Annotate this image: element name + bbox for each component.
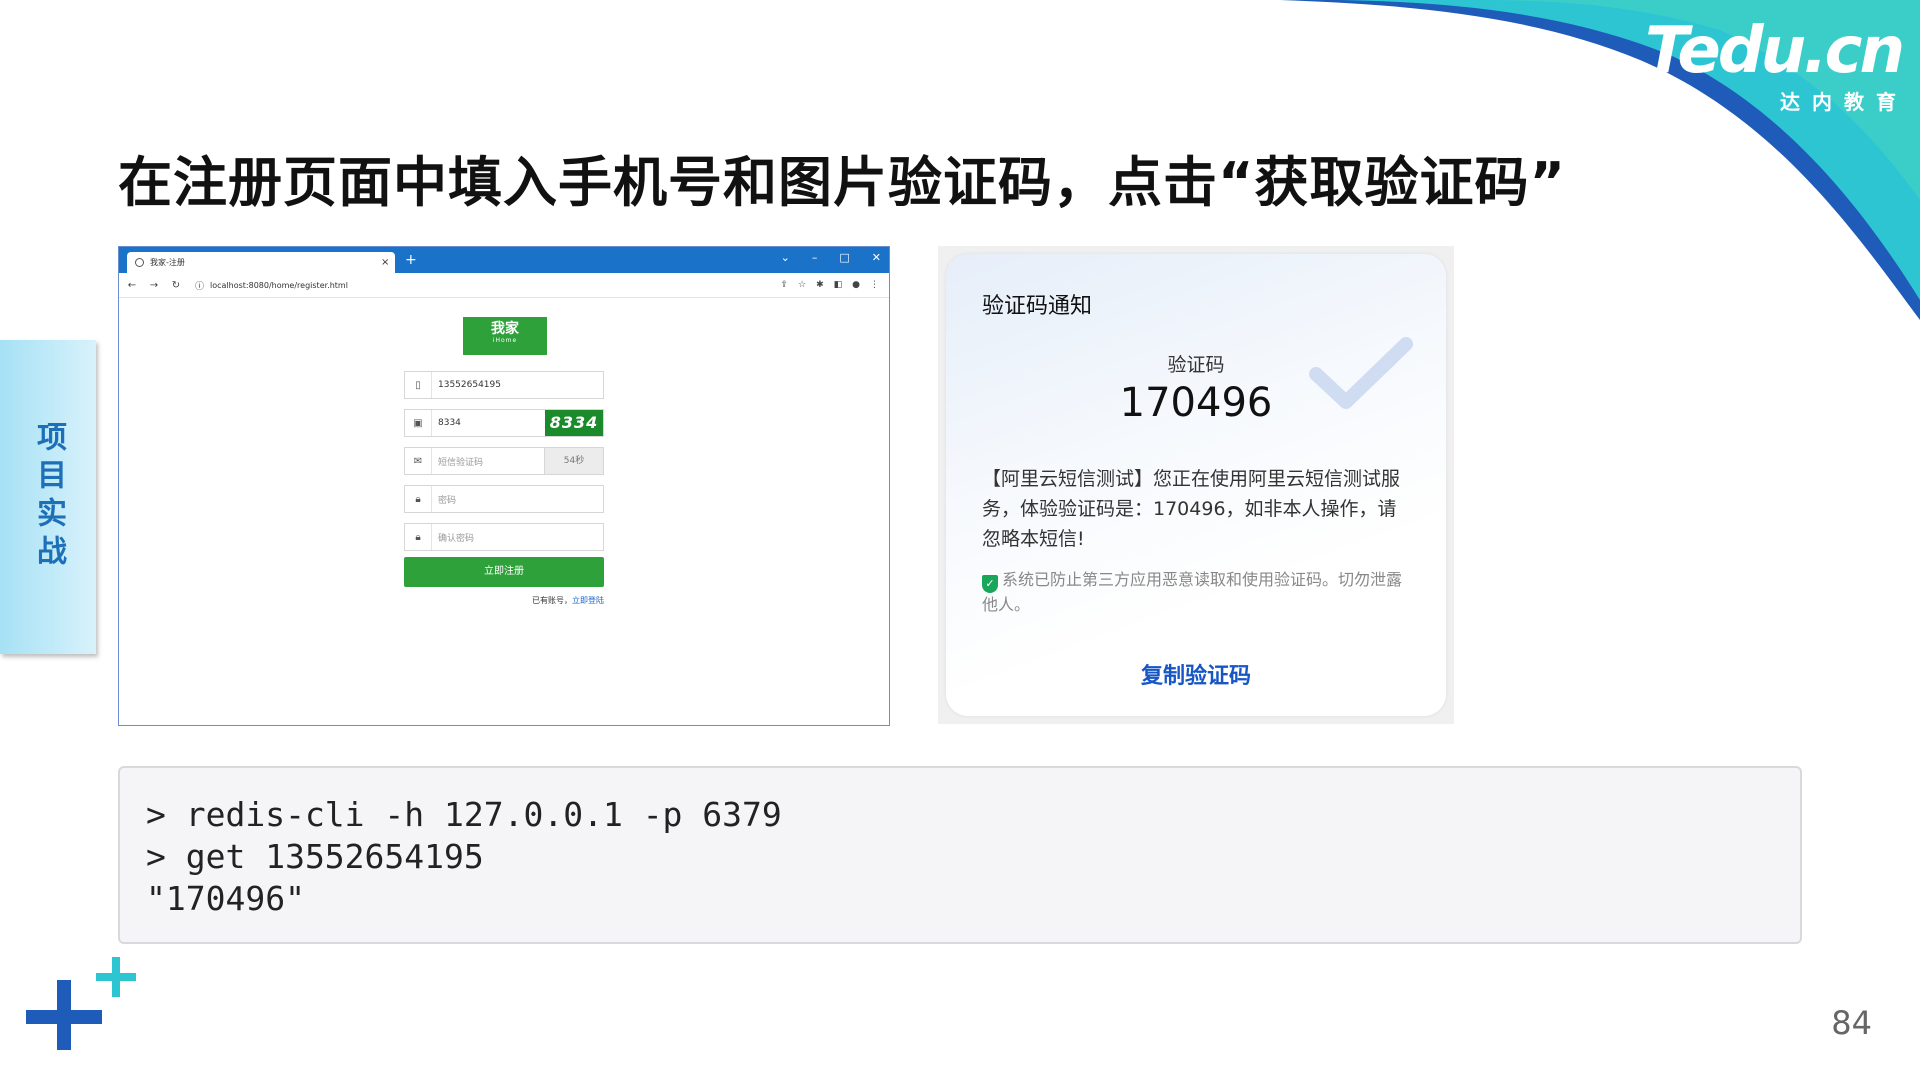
image-icon: ▣ xyxy=(405,410,432,436)
tab-title: 我家-注册 xyxy=(150,258,185,267)
forward-icon[interactable]: → xyxy=(145,280,163,291)
terminal-line: > redis-cli -h 127.0.0.1 -p 6379 xyxy=(146,795,782,834)
maximize-icon[interactable]: □ xyxy=(839,251,849,264)
info-icon[interactable]: ⓘ xyxy=(195,279,204,292)
slide-title: 在注册页面中填入手机号和图片验证码，点击“获取验证码” xyxy=(118,151,1566,214)
plus-decoration-icon xyxy=(26,957,136,1050)
captcha-value: 8334 xyxy=(438,418,461,428)
phone-icon: ▯ xyxy=(405,372,432,398)
url-text: localhost:8080/home/register.html xyxy=(210,280,348,290)
url-field[interactable]: ⓘ localhost:8080/home/register.html xyxy=(195,279,780,292)
shield-icon: ✓ xyxy=(982,575,998,593)
side-tab-label: 项目实战 xyxy=(31,421,66,573)
window-controls: ⌄ – □ ✕ xyxy=(781,251,881,264)
login-hint-text: 已有账号， xyxy=(532,596,572,605)
sidebar-icon[interactable]: ◧ xyxy=(834,280,843,290)
login-link[interactable]: 立即登陆 xyxy=(572,596,604,605)
close-window-icon[interactable]: ✕ xyxy=(872,251,881,264)
browser-tabbar: 我家-注册 × + ⌄ – □ ✕ xyxy=(119,247,889,273)
sms-card: 验证码通知 验证码 170496 【阿里云短信测试】您正在使用阿里云短信测试服务… xyxy=(946,254,1446,716)
captcha-image[interactable]: 8334 xyxy=(545,410,603,436)
page-number: 84 xyxy=(1831,1004,1872,1042)
new-tab-button[interactable]: + xyxy=(405,252,417,268)
sms-screenshot: 验证码通知 验证码 170496 【阿里云短信测试】您正在使用阿里云短信测试服务… xyxy=(938,246,1454,724)
logo-main-text: Tedu.cn xyxy=(1645,14,1905,88)
browser-window: 我家-注册 × + ⌄ – □ ✕ ← → ↻ ⓘ localhost:8080… xyxy=(118,246,890,726)
close-icon[interactable]: × xyxy=(381,257,395,268)
chevron-down-icon[interactable]: ⌄ xyxy=(781,251,790,264)
phone-field[interactable]: ▯ 13552654195 xyxy=(404,371,604,399)
minimize-icon[interactable]: – xyxy=(812,251,818,264)
lock-icon: 🔒︎ xyxy=(405,524,432,550)
password-field[interactable]: 🔒︎ 密码 xyxy=(404,485,604,513)
register-page: 我家 iHome ▯ 13552654195 ▣ 8334 8334 ✉ 短信验… xyxy=(119,299,889,725)
back-icon[interactable]: ← xyxy=(123,280,141,291)
browser-tab[interactable]: 我家-注册 × xyxy=(127,252,395,273)
copy-code-button[interactable]: 复制验证码 xyxy=(946,658,1446,690)
register-button[interactable]: 立即注册 xyxy=(404,557,604,587)
ihome-logo-en: iHome xyxy=(492,337,518,344)
share-icon[interactable]: ⇪ xyxy=(780,280,788,290)
terminal-line: "170496" xyxy=(146,879,305,918)
reload-icon[interactable]: ↻ xyxy=(167,280,185,291)
ihome-logo: 我家 iHome xyxy=(463,317,547,355)
lock-icon: 🔒︎ xyxy=(405,486,432,512)
password-placeholder: 密码 xyxy=(438,495,457,506)
confirm-password-field[interactable]: 🔒︎ 确认密码 xyxy=(404,523,604,551)
sms-code-label: 验证码 xyxy=(1167,354,1225,376)
get-sms-code-button[interactable]: 54秒 xyxy=(544,448,603,474)
side-tab: 项目实战 xyxy=(0,340,96,654)
sms-code-field[interactable]: ✉ 短信验证码 54秒 xyxy=(404,447,604,475)
envelope-icon: ✉ xyxy=(405,448,432,474)
ihome-logo-cn: 我家 xyxy=(491,321,519,337)
terminal-line: > get 13552654195 xyxy=(146,837,484,876)
logo-sub-text: 达内教育 xyxy=(1780,90,1908,114)
extensions-icon[interactable]: ✱ xyxy=(816,280,824,290)
confirm-password-placeholder: 确认密码 xyxy=(438,533,475,544)
login-hint: 已有账号，立即登陆 xyxy=(404,595,604,606)
globe-icon xyxy=(135,258,144,267)
sms-code-placeholder: 短信验证码 xyxy=(438,457,484,468)
sms-code: 170496 xyxy=(1119,380,1273,426)
tedu-logo: Tedu.cn 达内教育 xyxy=(1645,14,1905,115)
phone-value: 13552654195 xyxy=(438,380,501,390)
terminal-code-block: > redis-cli -h 127.0.0.1 -p 6379 > get 1… xyxy=(118,766,1802,944)
star-icon[interactable]: ☆ xyxy=(798,280,806,290)
toolbar-icons: ⇪ ☆ ✱ ◧ ● ⋮ xyxy=(780,280,879,290)
sms-note-text: 系统已防止第三方应用恶意读取和使用验证码。切勿泄露他人。 xyxy=(982,570,1403,614)
address-bar: ← → ↻ ⓘ localhost:8080/home/register.htm… xyxy=(119,273,889,298)
sms-security-note: ✓ 系统已防止第三方应用恶意读取和使用验证码。切勿泄露他人。 xyxy=(982,568,1412,616)
sms-body: 【阿里云短信测试】您正在使用阿里云短信测试服务，体验验证码是：170496，如非… xyxy=(982,468,1401,550)
sms-title: 验证码通知 xyxy=(982,294,1093,319)
profile-icon[interactable]: ● xyxy=(852,280,860,290)
captcha-field[interactable]: ▣ 8334 8334 xyxy=(404,409,604,437)
menu-icon[interactable]: ⋮ xyxy=(870,280,879,290)
